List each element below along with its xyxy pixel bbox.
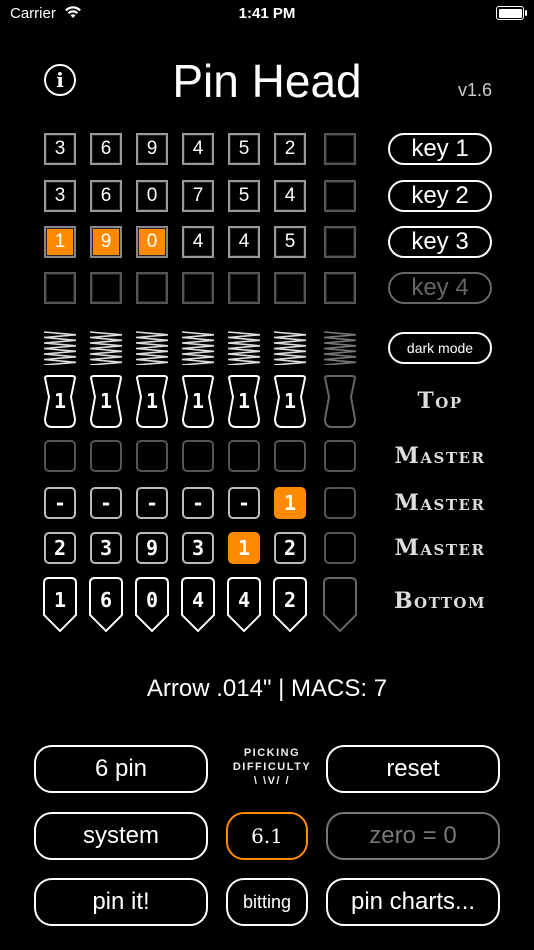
master-3-pin-5[interactable]: 1 (228, 532, 260, 564)
master-3-pin-6[interactable]: 2 (274, 532, 306, 564)
key-3-cut-5[interactable]: 4 (228, 226, 260, 258)
bottom-pin-value: 4 (237, 588, 251, 612)
key-2-cut-7[interactable] (324, 180, 356, 212)
bottom-pin[interactable] (322, 577, 358, 633)
key-4-cut-3[interactable] (136, 272, 168, 304)
master-row-label: Master (394, 535, 486, 561)
top-pin-value: 1 (145, 389, 159, 413)
key-1-cut-2[interactable]: 6 (90, 133, 122, 165)
key-4-cut-6[interactable] (274, 272, 306, 304)
picking-difficulty-label: PICKING DIFFICULTY \ \V/ / (232, 747, 312, 787)
dark-mode-toggle[interactable]: dark mode (388, 332, 492, 364)
battery-icon (496, 6, 527, 20)
top-pin-value: 1 (191, 389, 205, 413)
key-2-cut-5[interactable]: 5 (228, 180, 260, 212)
key-1-cut-4[interactable]: 4 (182, 133, 214, 165)
master-3-pin-7[interactable] (324, 532, 356, 564)
key-3-cut-3[interactable]: 0 (136, 226, 168, 258)
spring-icon (323, 331, 357, 365)
master-row-label: Master (394, 490, 486, 516)
reset-button[interactable]: reset (326, 745, 500, 793)
version-label: v1.6 (457, 80, 492, 100)
master-1-pin-4[interactable] (182, 440, 214, 472)
key-2-cut-6[interactable]: 4 (274, 180, 306, 212)
key-1-button[interactable]: key 1 (388, 133, 492, 165)
key-1-cut-1[interactable]: 3 (44, 133, 76, 165)
key-4-cut-7[interactable] (324, 272, 356, 304)
pin-count-button[interactable]: 6 pin (34, 745, 208, 793)
pin-it-button[interactable]: pin it! (34, 878, 208, 926)
key-4-cut-4[interactable] (182, 272, 214, 304)
master-3-pin-4[interactable]: 3 (182, 532, 214, 564)
master-1-pin-3[interactable] (136, 440, 168, 472)
bottom-pin-value: 6 (99, 588, 113, 612)
bottom-pin-value: 1 (53, 588, 67, 612)
master-3-pin-1[interactable]: 2 (44, 532, 76, 564)
top-pin-value: 1 (99, 389, 113, 413)
top-pin[interactable] (322, 375, 358, 429)
spring-icon (273, 331, 307, 365)
master-1-pin-7[interactable] (324, 440, 356, 472)
key-3-cut-7[interactable] (324, 226, 356, 258)
bottom-row-label: Bottom (393, 588, 487, 614)
key-2-cut-3[interactable]: 0 (136, 180, 168, 212)
spring-icon (227, 331, 261, 365)
key-2-cut-1[interactable]: 3 (44, 180, 76, 212)
top-row-label: Top (417, 388, 463, 414)
key-4-cut-5[interactable] (228, 272, 260, 304)
bottom-pin-value: 4 (191, 588, 205, 612)
key-1-cut-3[interactable]: 9 (136, 133, 168, 165)
master-2-pin-3[interactable]: - (136, 487, 168, 519)
key-4-cut-2[interactable] (90, 272, 122, 304)
key-info-line: Arrow .014" | MACS: 7 (146, 675, 388, 702)
app-title: Pin Head (172, 55, 362, 107)
master-2-pin-1[interactable]: - (44, 487, 76, 519)
pin-charts-button[interactable]: pin charts... (326, 878, 500, 926)
key-1-cut-5[interactable]: 5 (228, 133, 260, 165)
key-2-button[interactable]: key 2 (388, 180, 492, 212)
key-4-button[interactable]: key 4 (388, 272, 492, 304)
master-3-pin-2[interactable]: 3 (90, 532, 122, 564)
system-button[interactable]: system (34, 812, 208, 860)
top-pin-value: 1 (53, 389, 67, 413)
master-2-pin-7[interactable] (324, 487, 356, 519)
top-pin-value: 1 (237, 389, 251, 413)
bottom-pin-value: 0 (145, 588, 159, 612)
key-3-button[interactable]: key 3 (388, 226, 492, 258)
spring-icon (43, 331, 77, 365)
status-time: 1:41 PM (238, 5, 296, 22)
master-2-pin-4[interactable]: - (182, 487, 214, 519)
spring-icon (135, 331, 169, 365)
key-4-cut-1[interactable] (44, 272, 76, 304)
key-3-cut-1[interactable]: 1 (44, 226, 76, 258)
master-1-pin-5[interactable] (228, 440, 260, 472)
key-2-cut-4[interactable]: 7 (182, 180, 214, 212)
key-3-cut-4[interactable]: 4 (182, 226, 214, 258)
master-2-pin-5[interactable]: - (228, 487, 260, 519)
key-1-cut-7[interactable] (324, 133, 356, 165)
bitting-button[interactable]: bitting (226, 878, 308, 926)
difficulty-value-badge: 6.1 (226, 812, 308, 860)
master-row-label: Master (394, 443, 486, 469)
key-2-cut-2[interactable]: 6 (90, 180, 122, 212)
master-3-pin-3[interactable]: 9 (136, 532, 168, 564)
zero-toggle-button[interactable]: zero = 0 (326, 812, 500, 860)
master-1-pin-2[interactable] (90, 440, 122, 472)
key-3-cut-6[interactable]: 5 (274, 226, 306, 258)
bottom-pin-value: 2 (283, 588, 297, 612)
master-1-pin-1[interactable] (44, 440, 76, 472)
master-2-pin-2[interactable]: - (90, 487, 122, 519)
top-pin-value: 1 (283, 389, 297, 413)
master-2-pin-6[interactable]: 1 (274, 487, 306, 519)
master-1-pin-6[interactable] (274, 440, 306, 472)
spring-icon (181, 331, 215, 365)
key-1-cut-6[interactable]: 2 (274, 133, 306, 165)
spring-icon (89, 331, 123, 365)
key-3-cut-2[interactable]: 9 (90, 226, 122, 258)
